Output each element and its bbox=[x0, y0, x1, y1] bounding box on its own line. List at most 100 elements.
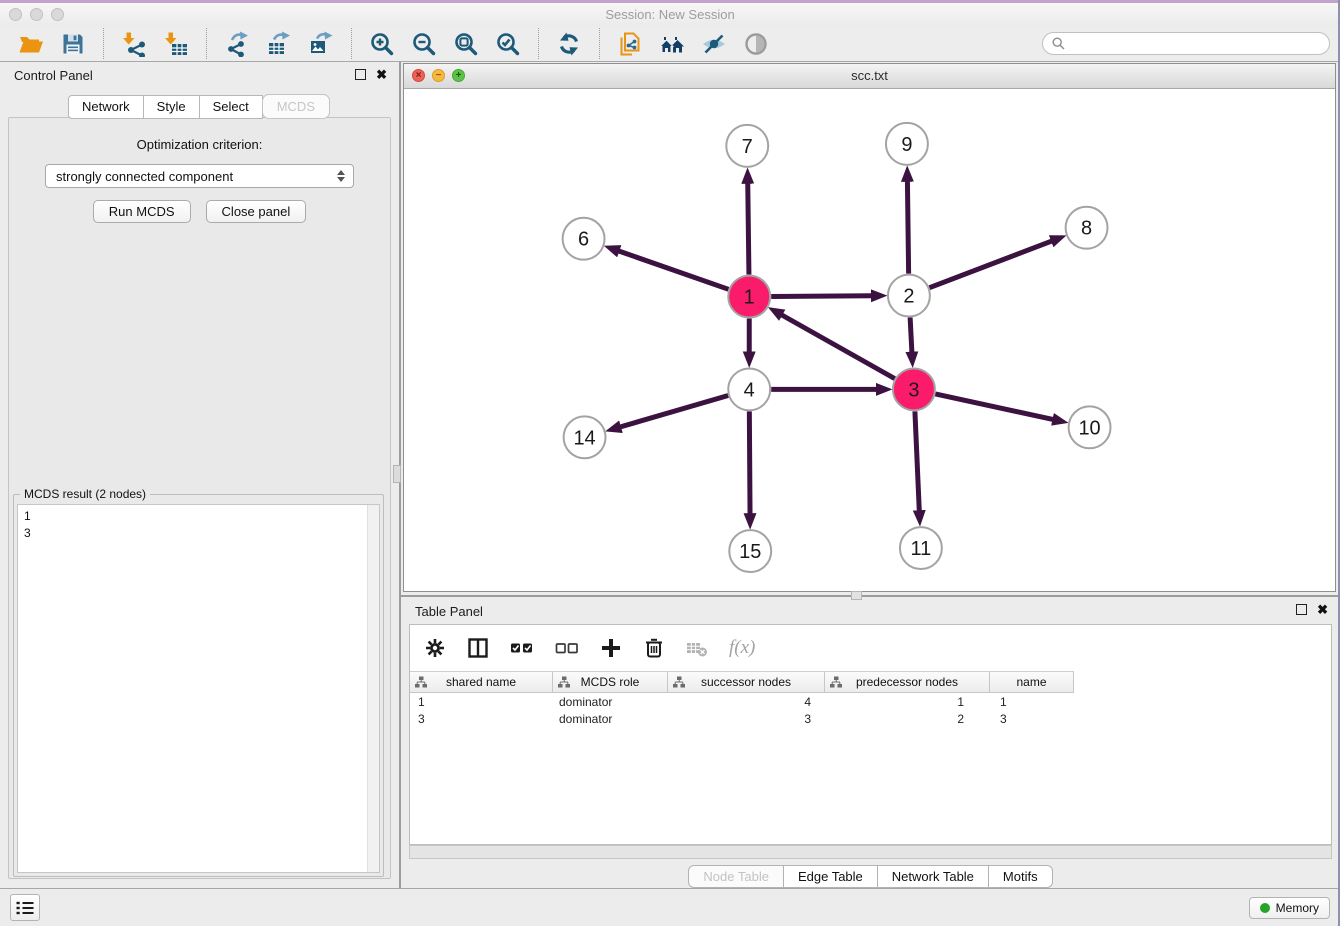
unchecked-boxes-icon bbox=[555, 637, 579, 659]
mcds-result-node: 1 bbox=[18, 508, 379, 525]
apply-layout-button[interactable] bbox=[553, 28, 585, 60]
search-input[interactable] bbox=[1070, 36, 1320, 52]
edge-1-7[interactable] bbox=[748, 183, 749, 275]
table-row[interactable]: 1dominator411 bbox=[410, 694, 1331, 710]
network-graph[interactable]: 1234678910111415 bbox=[404, 88, 1335, 591]
table-row[interactable]: 3dominator323 bbox=[410, 711, 1331, 727]
column-header-shared-name[interactable]: shared name bbox=[410, 672, 553, 692]
eye-slash-icon bbox=[701, 31, 727, 57]
edge-1-2[interactable] bbox=[771, 296, 872, 297]
show-all-button[interactable] bbox=[740, 28, 772, 60]
column-type-icon bbox=[673, 676, 685, 688]
split-panel-icon bbox=[467, 637, 489, 659]
edge-2-9[interactable] bbox=[907, 181, 908, 274]
memory-button[interactable]: Memory bbox=[1249, 897, 1330, 919]
first-neighbors-button[interactable] bbox=[656, 28, 688, 60]
tab-network-table[interactable]: Network Table bbox=[877, 865, 989, 888]
column-header-name[interactable]: name bbox=[990, 672, 1074, 692]
node-label-11: 11 bbox=[911, 538, 932, 560]
export-image-button[interactable] bbox=[305, 28, 337, 60]
toolbar-separator bbox=[599, 28, 600, 59]
select-all-columns-button[interactable] bbox=[510, 637, 534, 659]
table-cell: 4 bbox=[668, 695, 825, 709]
column-type-icon bbox=[830, 676, 842, 688]
toggle-panel-button[interactable] bbox=[467, 637, 489, 659]
export-table-button[interactable] bbox=[263, 28, 295, 60]
float-panel-icon[interactable] bbox=[355, 69, 366, 80]
column-header-mcds-role[interactable]: MCDS role bbox=[553, 672, 668, 692]
criterion-dropdown[interactable]: strongly connected component bbox=[45, 164, 354, 188]
import-network-button[interactable] bbox=[118, 28, 150, 60]
table-toolbar: f(x) bbox=[410, 625, 1331, 671]
table-cell: 3 bbox=[990, 712, 1074, 726]
edge-1-6[interactable] bbox=[618, 251, 728, 289]
copy-network-button[interactable] bbox=[614, 28, 646, 60]
network-canvas[interactable]: 1234678910111415 bbox=[404, 88, 1335, 591]
edge-2-3[interactable] bbox=[910, 318, 912, 353]
delete-columns-button[interactable] bbox=[643, 637, 665, 659]
unselect-all-columns-button[interactable] bbox=[555, 637, 579, 659]
splitter-grip[interactable] bbox=[851, 591, 862, 600]
node-label-8: 8 bbox=[1081, 218, 1092, 240]
search-box[interactable] bbox=[1042, 32, 1330, 55]
tab-select[interactable]: Select bbox=[199, 95, 263, 119]
zoom-selected-button[interactable] bbox=[492, 28, 524, 60]
column-header-predecessor-nodes[interactable]: predecessor nodes bbox=[825, 672, 990, 692]
tab-motifs[interactable]: Motifs bbox=[988, 865, 1053, 888]
tab-style[interactable]: Style bbox=[143, 95, 200, 119]
export-image-icon bbox=[308, 31, 334, 57]
zoom-in-button[interactable] bbox=[366, 28, 398, 60]
houses-icon bbox=[659, 31, 685, 57]
edge-2-8[interactable] bbox=[929, 241, 1052, 288]
toolbar-separator bbox=[103, 28, 104, 59]
splitter-grip[interactable] bbox=[393, 465, 401, 483]
tab-edge-table[interactable]: Edge Table bbox=[783, 865, 878, 888]
memory-status-icon bbox=[1260, 903, 1270, 913]
zoom-in-icon bbox=[369, 31, 395, 57]
close-panel-button[interactable]: Close panel bbox=[206, 200, 307, 223]
toolbar-separator bbox=[351, 28, 352, 59]
node-table-container: f(x) shared nameMCDS rolesuccessor nodes… bbox=[409, 624, 1332, 845]
import-network-icon bbox=[121, 31, 147, 57]
import-table-button[interactable] bbox=[160, 28, 192, 60]
column-header-successor-nodes[interactable]: successor nodes bbox=[668, 672, 825, 692]
tab-node-table[interactable]: Node Table bbox=[688, 865, 784, 888]
tab-mcds[interactable]: MCDS bbox=[262, 94, 330, 119]
zoom-out-icon bbox=[411, 31, 437, 57]
zoom-out-button[interactable] bbox=[408, 28, 440, 60]
float-panel-icon[interactable] bbox=[1296, 604, 1307, 615]
node-label-10: 10 bbox=[1078, 417, 1100, 439]
main-toolbar bbox=[0, 26, 1340, 62]
create-column-button[interactable] bbox=[600, 637, 622, 659]
edge-4-14[interactable] bbox=[620, 395, 728, 427]
zoom-fit-button[interactable] bbox=[450, 28, 482, 60]
optimization-criterion-label: Optimization criterion: bbox=[9, 137, 390, 152]
tab-network[interactable]: Network bbox=[68, 95, 144, 119]
close-panel-icon[interactable]: ✖ bbox=[376, 69, 387, 80]
close-panel-icon[interactable]: ✖ bbox=[1317, 604, 1328, 615]
hide-selected-button[interactable] bbox=[698, 28, 730, 60]
network-window: × − + scc.txt 1234678910111415 bbox=[403, 63, 1336, 592]
table-tabs: Node TableEdge TableNetwork TableMotifs bbox=[401, 865, 1340, 888]
table-cell: 3 bbox=[668, 712, 825, 726]
memory-label: Memory bbox=[1276, 901, 1319, 915]
criterion-dropdown-value: strongly connected component bbox=[56, 169, 233, 184]
open-session-button[interactable] bbox=[15, 28, 47, 60]
column-settings-button[interactable] bbox=[424, 637, 446, 659]
horizontal-scrollbar[interactable] bbox=[409, 845, 1332, 859]
mcds-result-node: 3 bbox=[18, 525, 379, 542]
edge-3-10[interactable] bbox=[935, 394, 1053, 420]
save-session-button[interactable] bbox=[57, 28, 89, 60]
network-window-titlebar[interactable]: × − + scc.txt bbox=[404, 64, 1335, 89]
task-history-button[interactable] bbox=[10, 894, 40, 921]
export-network-button[interactable] bbox=[221, 28, 253, 60]
edge-3-11[interactable] bbox=[915, 411, 919, 511]
run-mcds-button[interactable]: Run MCDS bbox=[93, 200, 191, 223]
export-network-icon bbox=[224, 31, 250, 57]
edge-4-15[interactable] bbox=[749, 411, 750, 514]
table-cell: 1 bbox=[990, 695, 1074, 709]
result-scrollbar[interactable] bbox=[367, 505, 379, 872]
edge-3-1[interactable] bbox=[781, 315, 894, 379]
mcds-result-list[interactable]: 13 bbox=[17, 504, 380, 873]
plus-icon bbox=[600, 637, 622, 659]
